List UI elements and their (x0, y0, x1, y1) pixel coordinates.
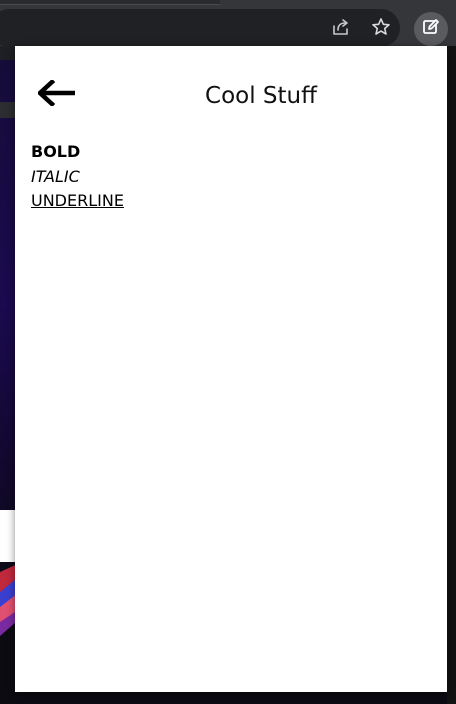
extension-popup: Cool Stuff BOLD ITALIC UNDERLINE (15, 46, 447, 692)
star-icon[interactable] (367, 13, 395, 41)
extension-button[interactable] (414, 12, 448, 46)
formatting-examples: BOLD ITALIC UNDERLINE (31, 140, 431, 214)
italic-text: ITALIC (31, 166, 80, 186)
popup-title: Cool Stuff (205, 83, 317, 109)
tab-strip (0, 0, 220, 5)
popup-header: Cool Stuff (15, 46, 447, 142)
background-page-edge (447, 46, 456, 704)
arrow-left-icon (36, 78, 76, 110)
bold-text: BOLD (31, 142, 81, 161)
back-button[interactable] (35, 78, 79, 110)
share-icon[interactable] (327, 13, 355, 41)
extension-edit-icon (422, 18, 440, 40)
browser-toolbar (0, 0, 456, 47)
underline-text: UNDERLINE (31, 191, 124, 210)
browser-window: Cool Stuff BOLD ITALIC UNDERLINE (0, 0, 456, 704)
